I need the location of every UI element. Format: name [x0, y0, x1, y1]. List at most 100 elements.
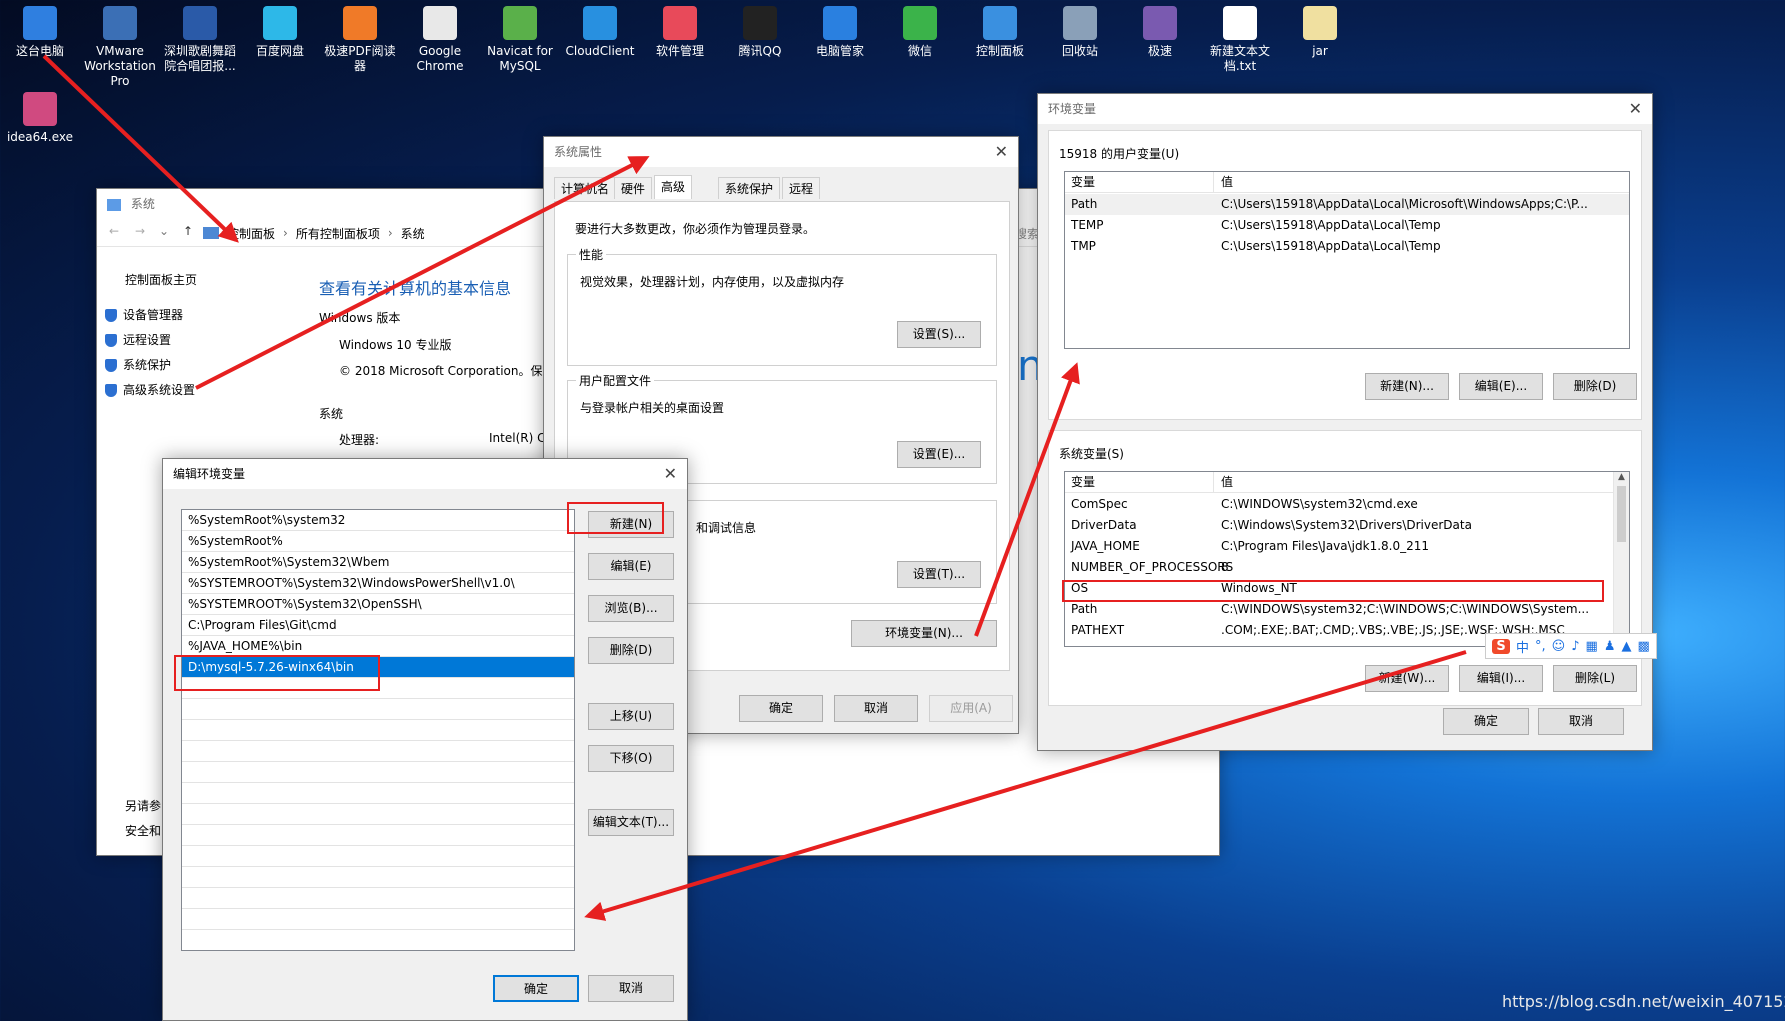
tab-advanced[interactable]: 高级 [654, 175, 693, 199]
list-item[interactable] [182, 867, 574, 888]
table-row[interactable]: Path C:\Users\15918\AppData\Local\Microso… [1065, 194, 1629, 215]
breadcrumb-item-all-items[interactable]: 所有控制面板项 [296, 225, 380, 242]
desktop-icon-control-panel[interactable]: 控制面板 [960, 0, 1040, 59]
desktop-icon-cloud[interactable]: 百度网盘 [240, 0, 320, 59]
user-icon[interactable]: ♟ [1604, 639, 1616, 654]
desktop-icon-pdf[interactable]: 极速PDF阅读器 [320, 0, 400, 74]
list-item[interactable] [182, 804, 574, 825]
editenv-cancel-button[interactable]: 取消 [588, 975, 674, 1002]
microphone-icon[interactable]: ♪ [1571, 639, 1579, 654]
move-down-button[interactable]: 下移(O) [588, 745, 674, 772]
list-item[interactable] [182, 888, 574, 909]
close-icon[interactable]: ✕ [1629, 94, 1642, 124]
desktop-icon-chrome[interactable]: Google Chrome [400, 0, 480, 74]
system-edit-button[interactable]: 编辑(I)... [1459, 665, 1543, 692]
back-arrow-icon[interactable]: ← [109, 224, 119, 238]
close-icon[interactable]: ✕ [995, 137, 1008, 167]
list-item[interactable]: %JAVA_HOME%\bin [182, 636, 574, 657]
editenv-titlebar[interactable]: 编辑环境变量 ✕ [163, 459, 687, 489]
emoji-icon[interactable]: ☺ [1552, 639, 1566, 654]
startup-settings-button[interactable]: 设置(T)... [897, 561, 981, 588]
user-edit-button[interactable]: 编辑(E)... [1459, 373, 1543, 400]
list-item[interactable]: %SYSTEMROOT%\System32\WindowsPowerShell\… [182, 573, 574, 594]
list-item[interactable]: %SystemRoot%\System32\Wbem [182, 552, 574, 573]
table-row[interactable]: NUMBER_OF_PROCESSORS 8 [1065, 557, 1613, 578]
desktop-icon-computer[interactable]: 这台电脑 [0, 0, 80, 59]
table-row[interactable]: TMP C:\Users\15918\AppData\Local\Temp [1065, 236, 1629, 257]
up-arrow-icon[interactable]: ↑ [183, 224, 193, 238]
desktop-icon-software[interactable]: 软件管理 [640, 0, 720, 59]
column-header-value[interactable]: 值 [1221, 472, 1233, 493]
envvars-ok-button[interactable]: 确定 [1443, 708, 1529, 735]
sysprops-cancel-button[interactable]: 取消 [834, 695, 918, 722]
scrollbar-thumb[interactable] [1617, 486, 1626, 542]
list-item[interactable]: %SystemRoot% [182, 531, 574, 552]
list-item[interactable] [182, 846, 574, 867]
table-row[interactable]: JAVA_HOME C:\Program Files\Java\jdk1.8.0_… [1065, 536, 1613, 557]
sysprops-titlebar[interactable]: 系统属性 ✕ [544, 137, 1018, 167]
list-item[interactable]: %SYSTEMROOT%\System32\OpenSSH\ [182, 594, 574, 615]
keyboard-icon[interactable]: ▦ [1586, 639, 1598, 654]
control-panel-home-link[interactable]: 控制面板主页 [125, 271, 197, 288]
column-header-value[interactable]: 值 [1221, 172, 1233, 193]
tab-system-protection[interactable]: 系统保护 [718, 177, 781, 199]
column-header-variable[interactable]: 变量 [1071, 172, 1095, 193]
list-item[interactable] [182, 699, 574, 720]
envvars-titlebar[interactable]: 环境变量 ✕ [1038, 94, 1652, 124]
editenv-ok-button[interactable]: 确定 [493, 975, 579, 1002]
delete-entry-button[interactable]: 删除(D) [588, 637, 674, 664]
system-new-button[interactable]: 新建(W)... [1365, 665, 1449, 692]
desktop-icon-cloud-client[interactable]: CloudClient [560, 0, 640, 59]
sysprops-ok-button[interactable]: 确定 [739, 695, 823, 722]
chevron-down-icon[interactable]: ⌄ [159, 224, 169, 238]
table-row[interactable]: TEMP C:\Users\15918\AppData\Local\Temp [1065, 215, 1629, 236]
column-header-variable[interactable]: 变量 [1071, 472, 1095, 493]
move-up-button[interactable]: 上移(U) [588, 703, 674, 730]
ime-toolbar[interactable]: S 中 °, ☺ ♪ ▦ ♟ ▲ ▩ [1485, 633, 1657, 659]
list-item[interactable] [182, 909, 574, 930]
tab-computer-name[interactable]: 计算机名 [554, 177, 617, 199]
desktop-icon-vmware[interactable]: VMware Workstation Pro [80, 0, 160, 89]
forward-arrow-icon[interactable]: → [135, 224, 145, 238]
desktop-icon-idea[interactable]: idea64.exe [0, 86, 80, 145]
system-delete-button[interactable]: 删除(L) [1553, 665, 1637, 692]
user-new-button[interactable]: 新建(N)... [1365, 373, 1449, 400]
user-profiles-settings-button[interactable]: 设置(E)... [897, 441, 981, 468]
side-link-advanced[interactable]: 高级系统设置 [105, 378, 195, 403]
tab-hardware[interactable]: 硬件 [614, 177, 653, 199]
desktop-icon-word[interactable]: 深圳歌剧舞蹈院合唱团报... [160, 0, 240, 74]
side-link-protection[interactable]: 系统保护 [105, 353, 195, 378]
scroll-up-arrow-icon[interactable]: ▲ [1614, 472, 1629, 482]
envvars-cancel-button[interactable]: 取消 [1538, 708, 1624, 735]
list-item[interactable] [182, 762, 574, 783]
close-icon[interactable]: ✕ [664, 459, 677, 489]
list-item[interactable] [182, 825, 574, 846]
punctuation-icon[interactable]: °, [1535, 639, 1546, 654]
sysprops-apply-button[interactable]: 应用(A) [929, 695, 1013, 722]
list-item[interactable]: C:\Program Files\Git\cmd [182, 615, 574, 636]
breadcrumb-item-system[interactable]: 系统 [401, 225, 425, 242]
browse-button[interactable]: 浏览(B)... [588, 595, 674, 622]
skin-icon[interactable]: ▲ [1621, 639, 1631, 654]
desktop-icon-wechat[interactable]: 微信 [880, 0, 960, 59]
desktop-icon-text-file[interactable]: 新建文本文档.txt [1200, 0, 1280, 74]
list-item[interactable]: %SystemRoot%\system32 [182, 510, 574, 531]
list-item[interactable] [182, 783, 574, 804]
side-link-device-manager[interactable]: 设备管理器 [105, 303, 195, 328]
table-row[interactable]: ComSpec C:\WINDOWS\system32\cmd.exe [1065, 494, 1613, 515]
list-item[interactable] [182, 720, 574, 741]
user-delete-button[interactable]: 删除(D) [1553, 373, 1637, 400]
list-item[interactable] [182, 741, 574, 762]
performance-settings-button[interactable]: 设置(S)... [897, 321, 981, 348]
desktop-icon-qq[interactable]: 腾讯QQ [720, 0, 800, 59]
edit-entry-button[interactable]: 编辑(E) [588, 553, 674, 580]
side-link-remote[interactable]: 远程设置 [105, 328, 195, 353]
table-row[interactable]: DriverData C:\Windows\System32\Drivers\Dr… [1065, 515, 1613, 536]
security-link[interactable]: 安全和 [125, 822, 161, 839]
grid-icon[interactable]: ▩ [1637, 639, 1649, 654]
edit-text-button[interactable]: 编辑文本(T)... [588, 809, 674, 836]
ime-mode-indicator[interactable]: 中 [1516, 637, 1529, 656]
desktop-icon-recycle-bin[interactable]: 回收站 [1040, 0, 1120, 59]
desktop-icon-app[interactable]: 极速 [1120, 0, 1200, 59]
desktop-icon-shield[interactable]: 电脑管家 [800, 0, 880, 59]
